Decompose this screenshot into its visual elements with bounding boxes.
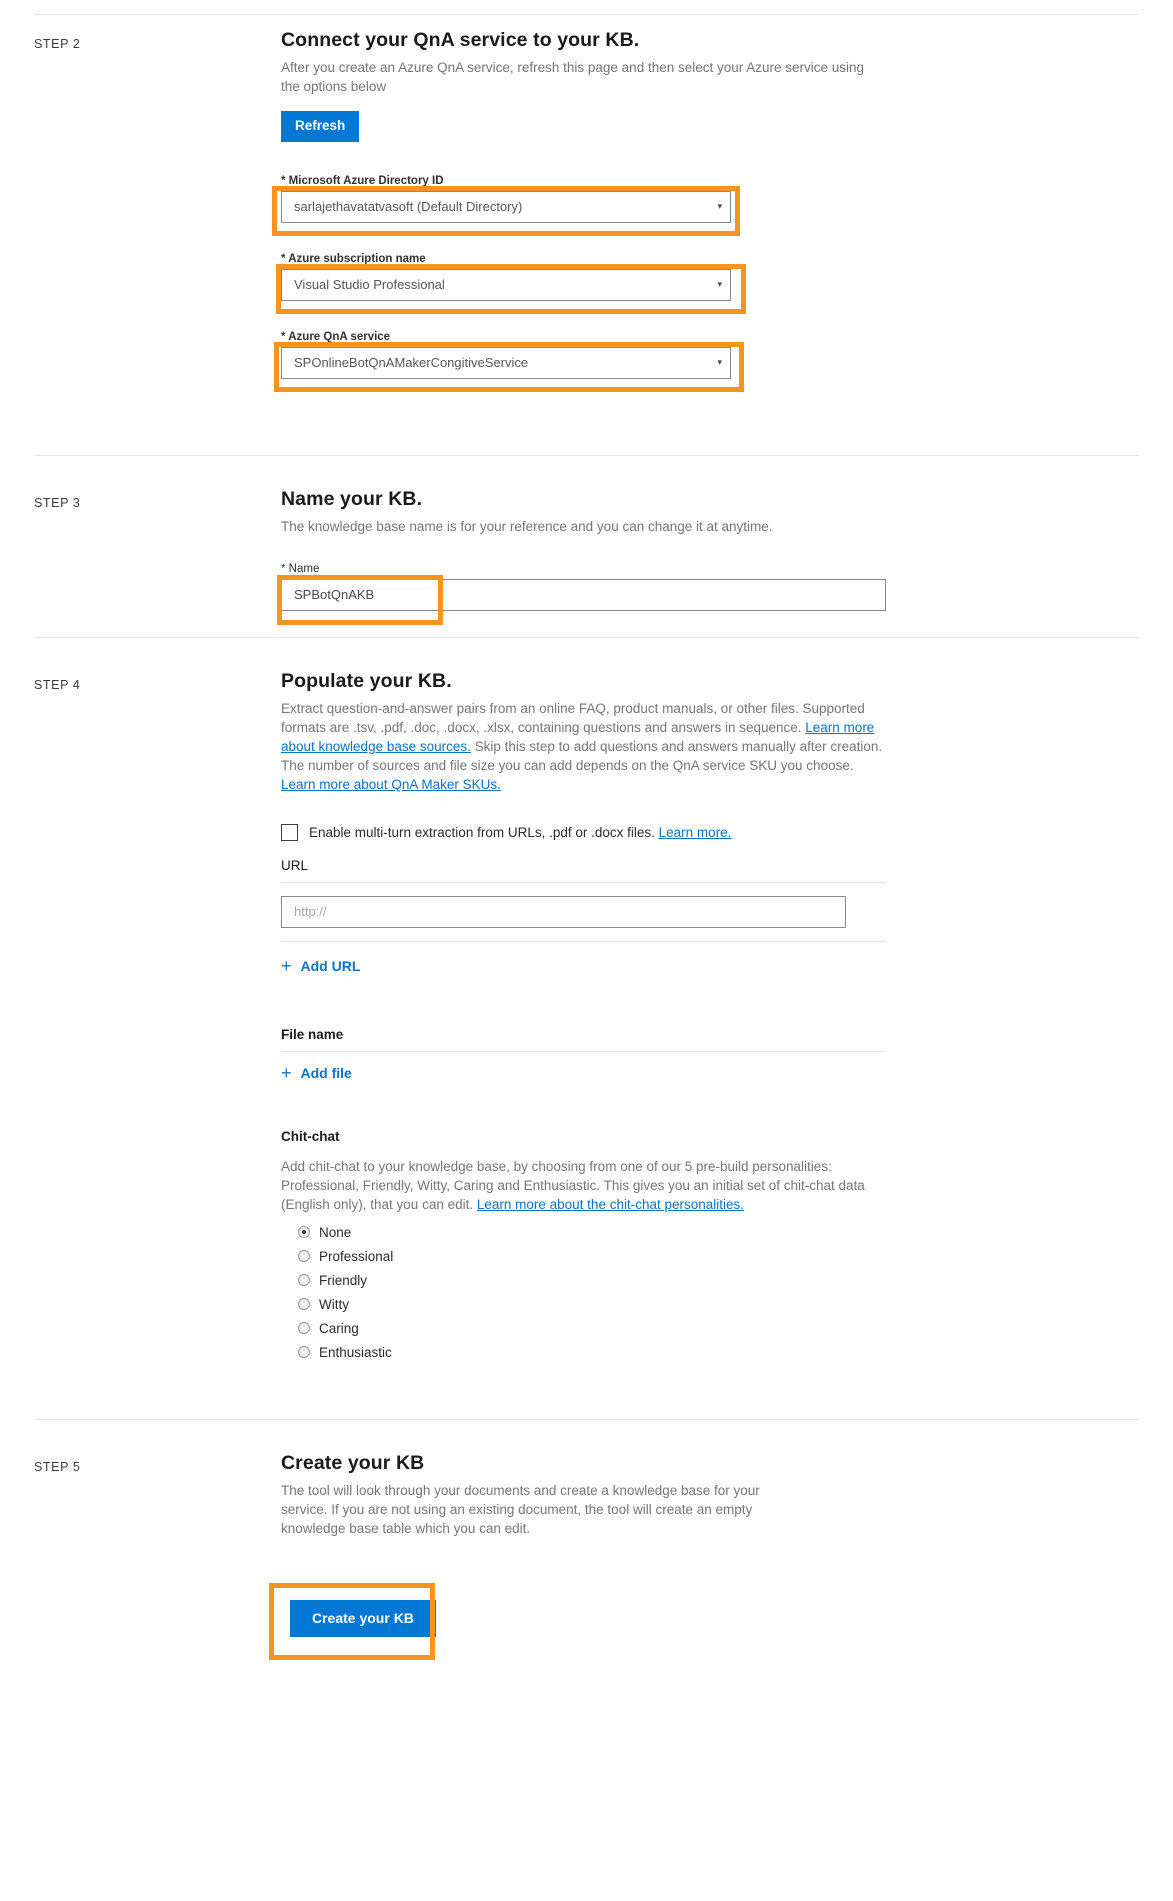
radio-option-caring[interactable]: Caring <box>298 1321 1139 1336</box>
radio-label-friendly: Friendly <box>319 1272 368 1288</box>
radio-label-witty: Witty <box>319 1296 349 1312</box>
file-column-header: File name <box>281 1026 344 1042</box>
add-file-button[interactable]: + Add file <box>281 1064 352 1082</box>
step-5-title: Create your KB <box>281 1451 425 1474</box>
chitchat-description: Add chit-chat to your knowledge base, by… <box>281 1157 876 1214</box>
step-4-label: STEP 4 <box>34 677 81 692</box>
plus-icon: + <box>281 1062 292 1083</box>
azure-subscription-select[interactable]: Visual Studio Professional <box>281 268 731 301</box>
add-url-button[interactable]: + Add URL <box>281 957 360 975</box>
step-5-description: The tool will look through your document… <box>281 1482 760 1536</box>
azure-directory-select[interactable]: sarlajethavatatvasoft (Default Directory… <box>281 190 731 223</box>
add-file-label: Add file <box>300 1064 352 1081</box>
azure-qna-service-select[interactable]: SPOnlineBotQnAMakerCongitiveService <box>281 346 731 379</box>
step-3-title: Name your KB. <box>281 487 423 510</box>
step-3-section: STEP 3 Name your KB. The knowledge base … <box>0 456 1173 637</box>
radio-button-none[interactable] <box>298 1226 310 1239</box>
step-3-body: Name your KB. The knowledge base name is… <box>277 474 1139 625</box>
radio-button-enthusiastic[interactable] <box>298 1346 310 1359</box>
step-5-body: Create your KB The tool will look throug… <box>269 1438 1139 1660</box>
qna-maker-skus-learn-more-link[interactable]: Learn more about QnA Maker SKUs. <box>281 777 501 792</box>
radio-option-enthusiastic[interactable]: Enthusiastic <box>298 1345 1139 1360</box>
azure-directory-label: * Microsoft Azure Directory ID <box>281 174 444 187</box>
azure-subscription-field-group: * Azure subscription name Visual Studio … <box>276 252 1139 314</box>
url-input[interactable] <box>281 895 846 928</box>
radio-option-witty[interactable]: Witty <box>298 1297 1139 1312</box>
chitchat-section: Chit-chat Add chit-chat to your knowledg… <box>281 1129 1139 1360</box>
radio-button-friendly[interactable] <box>298 1274 310 1287</box>
multiturn-learn-more-link[interactable]: Learn more. <box>659 825 732 840</box>
azure-qna-service-label: * Azure QnA service <box>281 330 391 343</box>
chitchat-title: Chit-chat <box>281 1128 340 1144</box>
kb-name-input[interactable] <box>281 578 886 611</box>
step-5-section: STEP 5 Create your KB The tool will look… <box>0 1420 1173 1660</box>
multiturn-checkbox-row[interactable]: Enable multi-turn extraction from URLs, … <box>281 823 1139 841</box>
kb-name-field-group: * Name <box>277 562 886 625</box>
step-4-title: Populate your KB. <box>281 669 452 692</box>
chitchat-personality-radio-group: None Professional Friendly Witty Caring <box>298 1225 1139 1360</box>
url-header-rule <box>281 881 886 883</box>
kb-name-label: * Name <box>281 562 320 575</box>
radio-option-friendly[interactable]: Friendly <box>298 1273 1139 1288</box>
step-3-description: The knowledge base name is for your refe… <box>281 518 773 534</box>
plus-icon: + <box>281 955 292 976</box>
multiturn-label-text: Enable multi-turn extraction from URLs, … <box>309 824 655 840</box>
step-4-description: Extract question-and-answer pairs from a… <box>281 699 888 794</box>
radio-label-none: None <box>319 1224 352 1240</box>
step-4-section: STEP 4 Populate your KB. Extract questio… <box>0 638 1173 1419</box>
step-2-body: Connect your QnA service to your KB. Aft… <box>272 15 1139 427</box>
refresh-button[interactable]: Refresh <box>281 111 360 142</box>
url-input-wrap <box>281 895 846 928</box>
radio-button-witty[interactable] <box>298 1298 310 1311</box>
azure-directory-select-wrap: sarlajethavatatvasoft (Default Directory… <box>281 190 731 223</box>
url-section: URL + Add URL <box>281 858 886 977</box>
file-header-rule <box>281 1050 886 1052</box>
azure-subscription-select-wrap: Visual Studio Professional ▾ <box>281 268 731 301</box>
step-2-title: Connect your QnA service to your KB. <box>281 29 640 51</box>
step-2-label: STEP 2 <box>34 37 81 51</box>
multiturn-checkbox[interactable] <box>281 823 298 841</box>
step-4-desc-part-1: Extract question-and-answer pairs from a… <box>281 700 865 735</box>
chitchat-learn-more-link[interactable]: Learn more about the chit-chat personali… <box>477 1197 744 1212</box>
step-3-label: STEP 3 <box>34 495 81 510</box>
step-2-section: STEP 2 Connect your QnA service to your … <box>0 15 1173 455</box>
create-kb-button[interactable]: Create your KB <box>290 1599 436 1638</box>
url-column-header: URL <box>281 857 309 873</box>
radio-button-caring[interactable] <box>298 1322 310 1335</box>
azure-qna-service-select-wrap: SPOnlineBotQnAMakerCongitiveService ▾ <box>281 346 731 379</box>
azure-qna-service-field-group: * Azure QnA service SPOnlineBotQnAMakerC… <box>274 330 1139 392</box>
step-4-body: Populate your KB. Extract question-and-a… <box>281 656 1139 1399</box>
create-kb-button-wrap: Create your KB <box>269 1582 436 1660</box>
radio-option-none[interactable]: None <box>298 1225 1139 1240</box>
multiturn-checkbox-label: Enable multi-turn extraction from URLs, … <box>309 825 731 840</box>
url-footer-rule <box>281 940 886 942</box>
step-5-label: STEP 5 <box>34 1459 81 1474</box>
step-2-description: After you create an Azure QnA service, r… <box>281 60 865 94</box>
radio-option-professional[interactable]: Professional <box>298 1249 1139 1264</box>
file-section: File name + Add file <box>281 1027 886 1084</box>
radio-label-professional: Professional <box>319 1248 394 1264</box>
add-url-label: Add URL <box>300 957 361 974</box>
radio-label-caring: Caring <box>319 1320 359 1336</box>
radio-button-professional[interactable] <box>298 1250 310 1263</box>
azure-subscription-label: * Azure subscription name <box>281 252 426 265</box>
azure-directory-field-group: * Microsoft Azure Directory ID sarlajeth… <box>272 174 1139 236</box>
radio-label-enthusiastic: Enthusiastic <box>319 1344 392 1360</box>
